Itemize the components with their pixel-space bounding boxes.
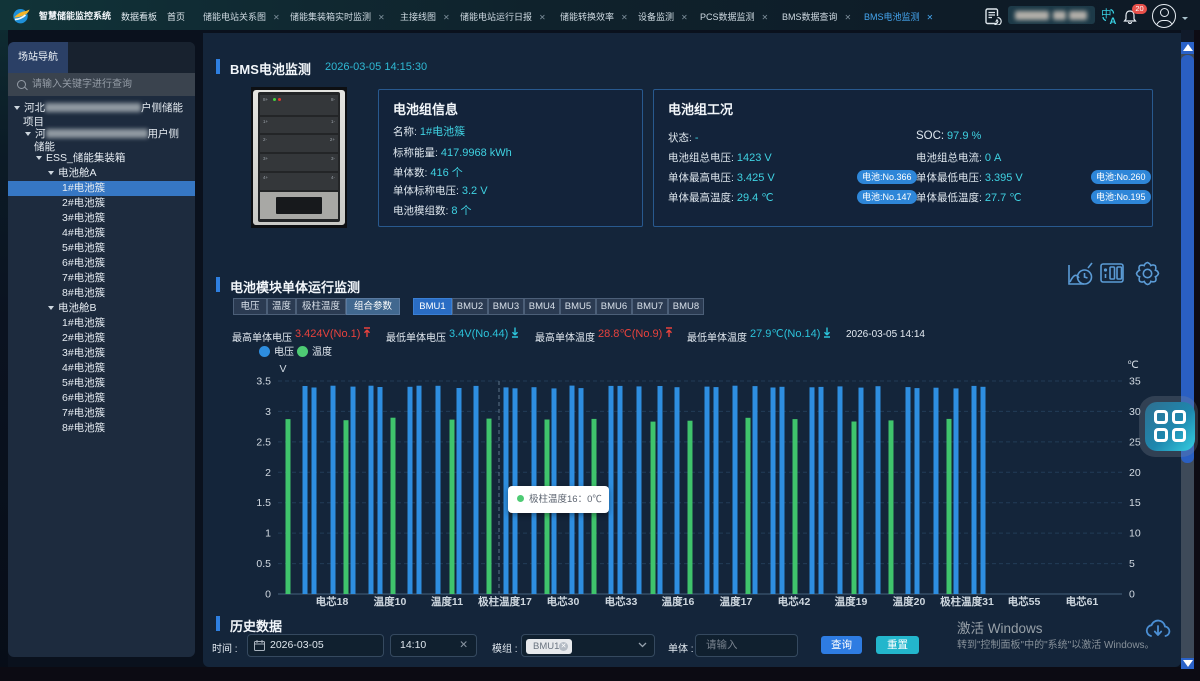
svg-text:A: A: [1110, 16, 1117, 25]
svg-text:15: 15: [1129, 497, 1141, 509]
svg-text:电芯33: 电芯33: [605, 595, 638, 608]
svg-text:温度20: 温度20: [893, 595, 926, 608]
svg-text:电芯61: 电芯61: [1066, 595, 1099, 608]
svg-text:电芯30: 电芯30: [547, 595, 580, 608]
svg-text:极柱温度31: 极柱温度31: [940, 595, 994, 608]
svg-text:1.5: 1.5: [256, 497, 271, 509]
svg-text:1: 1: [265, 528, 271, 540]
svg-text:电芯55: 电芯55: [1008, 595, 1041, 608]
svg-text:温度11: 温度11: [431, 595, 463, 608]
svg-text:极柱温度17: 极柱温度17: [478, 595, 532, 608]
svg-text:20: 20: [1129, 467, 1141, 479]
svg-text:10: 10: [1129, 528, 1141, 540]
svg-text:温度10: 温度10: [374, 595, 407, 608]
svg-text:0: 0: [265, 589, 271, 601]
svg-text:3: 3: [265, 406, 271, 418]
svg-text:电芯42: 电芯42: [778, 595, 811, 608]
svg-text:温度17: 温度17: [720, 595, 753, 608]
svg-text:温度16: 温度16: [662, 595, 695, 608]
svg-text:℃: ℃: [1127, 359, 1139, 371]
svg-text:35: 35: [1129, 376, 1141, 388]
svg-text:2.5: 2.5: [256, 436, 271, 448]
svg-text:2: 2: [265, 467, 271, 479]
svg-text:5: 5: [1129, 558, 1135, 570]
svg-text:0.5: 0.5: [256, 558, 271, 570]
svg-text:电芯18: 电芯18: [316, 595, 349, 608]
svg-text:温度19: 温度19: [835, 595, 868, 608]
svg-text:0: 0: [1129, 589, 1135, 601]
svg-text:V: V: [279, 363, 286, 375]
svg-text:3.5: 3.5: [256, 376, 271, 388]
